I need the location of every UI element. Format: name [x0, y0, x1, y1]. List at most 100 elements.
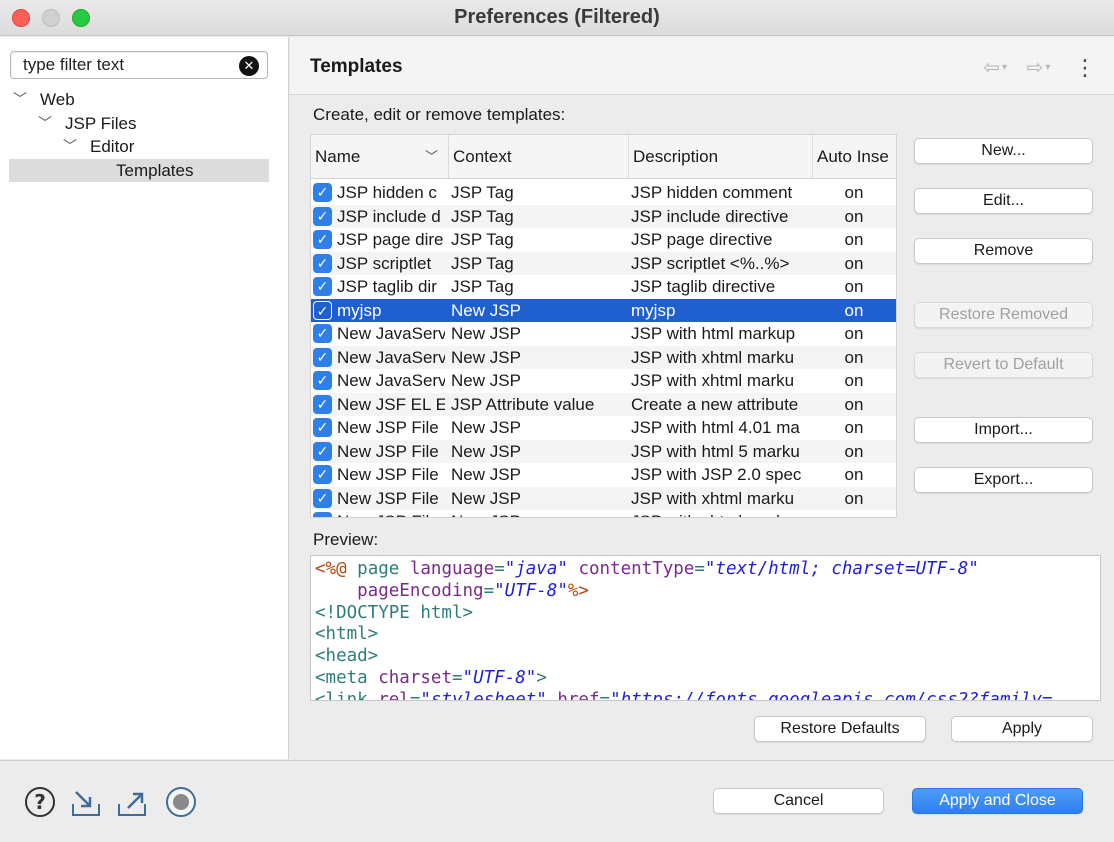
export-button[interactable]: Export...	[914, 467, 1093, 493]
new-button[interactable]: New...	[914, 138, 1093, 164]
table-row[interactable]: ✓New JSP FileNew JSPJSP with xhtml marku…	[311, 486, 896, 510]
chevron-down-icon[interactable]: ▾	[1002, 62, 1007, 73]
record-icon[interactable]	[165, 786, 197, 818]
template-context-cell: JSP Tag	[451, 277, 514, 296]
code-token: %>	[567, 580, 589, 601]
edit-button[interactable]: Edit...	[914, 188, 1093, 214]
export-prefs-icon[interactable]	[116, 786, 148, 818]
chevron-down-icon[interactable]: ﹀	[63, 135, 79, 158]
svg-text:?: ?	[34, 790, 46, 814]
table-row[interactable]: ✓New JSP FileNew JSPJSP with xhtml marku…	[311, 510, 896, 517]
template-name-cell: New JavaServ	[337, 371, 445, 390]
template-preview[interactable]: <%@ page language="java" contentType="te…	[310, 555, 1101, 701]
enabled-checkbox[interactable]: ✓	[313, 206, 332, 226]
back-arrow-icon[interactable]: ⇦	[983, 55, 1000, 80]
template-auto-insert-cell: on	[844, 347, 864, 367]
template-description-cell: JSP scriptlet <%..%>	[631, 253, 790, 273]
template-name-cell: New JSF EL E	[337, 394, 445, 414]
template-context-cell: New JSP	[451, 418, 521, 437]
code-token: "UTF-8"	[462, 667, 537, 688]
enabled-checkbox[interactable]: ✓	[313, 465, 332, 484]
table-row[interactable]: ✓ New JavaServ New JSP JSP with xhtml marku…	[311, 345, 896, 369]
enabled-checkbox[interactable]: ✓	[313, 347, 332, 367]
enabled-checkbox[interactable]: ✓	[313, 512, 332, 517]
revert-to-default-button[interactable]: Revert to Default	[914, 352, 1093, 378]
enabled-checkbox[interactable]: ✓	[313, 324, 332, 343]
template-name-cell: New JavaServ	[337, 347, 445, 367]
template-auto-insert-cell: on	[844, 206, 864, 226]
table-row[interactable]: ✓ New JSF EL E JSP Attribute value Create a…	[311, 392, 896, 416]
restore-defaults-button[interactable]: Restore Defaults	[754, 716, 926, 742]
template-context-cell: New JSP	[451, 371, 521, 390]
filter-input[interactable]	[11, 52, 236, 78]
table-row[interactable]: ✓ New JavaServ New JSP JSP with html markup…	[311, 322, 896, 346]
chevron-down-icon[interactable]: ﹀	[38, 112, 54, 135]
remove-button[interactable]: Remove	[914, 238, 1093, 264]
enabled-checkbox[interactable]: ✓	[313, 441, 332, 461]
kebab-menu-icon[interactable]: ⋮	[1074, 56, 1096, 79]
table-row[interactable]: ✓ New JSP File New JSP JSP with html 4.01 m…	[311, 416, 896, 440]
window-title: Preferences (Filtered)	[454, 6, 660, 28]
preview-label: Preview:	[313, 530, 379, 549]
enabled-checkbox[interactable]: ✓	[313, 230, 332, 249]
table-row[interactable]: ✓ JSP include d JSP Tag JSP include directi…	[311, 204, 896, 228]
cancel-button[interactable]: Cancel	[713, 788, 884, 814]
enabled-checkbox[interactable]: ✓	[313, 371, 332, 390]
apply-button[interactable]: Apply	[951, 716, 1093, 742]
enabled-checkbox[interactable]: ✓	[313, 488, 332, 508]
chevron-down-icon[interactable]: ﹀	[13, 88, 29, 111]
template-auto-insert-cell: on	[844, 371, 864, 390]
table-row[interactable]: ✓ JSP scriptlet JSP Tag JSP scriptlet <%..%…	[311, 251, 896, 275]
table-row[interactable]: ✓ New JSP File New JSP JSP with html 5 mark…	[311, 439, 896, 463]
help-icon[interactable]: ?	[24, 786, 56, 818]
column-label: Name	[315, 147, 361, 166]
enabled-checkbox[interactable]: ✓	[313, 300, 332, 320]
template-name-cell: New JSP File	[337, 465, 439, 484]
code-token: =	[599, 689, 611, 701]
enabled-checkbox[interactable]: ✓	[313, 253, 332, 273]
tree-item-web[interactable]: ﹀ Web	[9, 88, 269, 112]
tree-item-editor[interactable]: ﹀ Editor	[9, 135, 269, 159]
column-header-description[interactable]: Description	[629, 135, 813, 179]
table-row[interactable]: ✓ New JavaServ New JSP JSP with xhtml marku…	[311, 369, 896, 393]
column-header-context[interactable]: Context	[449, 135, 629, 179]
forward-arrow-icon[interactable]: ⇨	[1027, 55, 1044, 80]
title-bar: Preferences (Filtered)	[0, 0, 1114, 36]
enabled-checkbox[interactable]: ✓	[313, 277, 332, 296]
template-auto-insert-cell: on	[844, 394, 864, 414]
table-row[interactable]: ✓ New JSP File New JSP JSP with JSP 2.0 spe…	[311, 463, 896, 487]
column-header-name[interactable]: Name ﹀	[311, 135, 449, 179]
template-name-cell: New JavaServ	[337, 324, 445, 343]
templates-table: Name ﹀ Context Description Auto Inse ✓ JS…	[310, 134, 897, 518]
dialog-footer: ? Cancel Apply and Close	[0, 760, 1114, 842]
enabled-checkbox[interactable]: ✓	[313, 394, 332, 414]
restore-removed-button[interactable]: Restore Removed	[914, 302, 1093, 328]
code-token: >	[536, 667, 547, 688]
column-header-auto-insert[interactable]: Auto Inse	[813, 135, 896, 179]
table-row[interactable]: ✓ JSP page dire JSP Tag JSP page directive o…	[311, 228, 896, 252]
template-name-cell: JSP scriptlet	[337, 253, 432, 273]
code-token: <!DOCTYPE html>	[315, 602, 474, 623]
clear-filter-icon[interactable]: ✕	[239, 56, 259, 76]
chevron-down-icon[interactable]: ▾	[1045, 62, 1050, 73]
code-token: language	[399, 559, 495, 579]
table-row[interactable]: ✓ myjsp New JSP myjsp on	[311, 298, 896, 322]
apply-and-close-button[interactable]: Apply and Close	[912, 788, 1083, 814]
table-row[interactable]: ✓ JSP hidden c JSP Tag JSP hidden comment on	[311, 181, 896, 205]
enabled-checkbox[interactable]: ✓	[313, 418, 332, 437]
code-token: <link	[315, 689, 368, 701]
template-name-cell: myjsp	[337, 300, 382, 320]
column-label: Auto Inse	[817, 147, 889, 166]
tree-item-templates[interactable]: Templates	[9, 158, 269, 182]
import-prefs-icon[interactable]	[70, 786, 102, 818]
template-description-cell: JSP with xhtml marku	[631, 510, 811, 517]
table-row[interactable]: ✓ JSP taglib dir JSP Tag JSP taglib directi…	[311, 275, 896, 299]
template-name-cell: New JSP File	[337, 441, 439, 461]
tree-item-jsp-files[interactable]: ﹀ JSP Files	[9, 112, 269, 136]
code-token: =	[694, 559, 705, 579]
import-button[interactable]: Import...	[914, 417, 1093, 443]
template-description-cell: JSP include directive	[631, 206, 789, 226]
tree-item-label: Templates	[116, 160, 194, 180]
template-auto-insert-cell: on	[811, 510, 896, 517]
enabled-checkbox[interactable]: ✓	[313, 183, 332, 202]
